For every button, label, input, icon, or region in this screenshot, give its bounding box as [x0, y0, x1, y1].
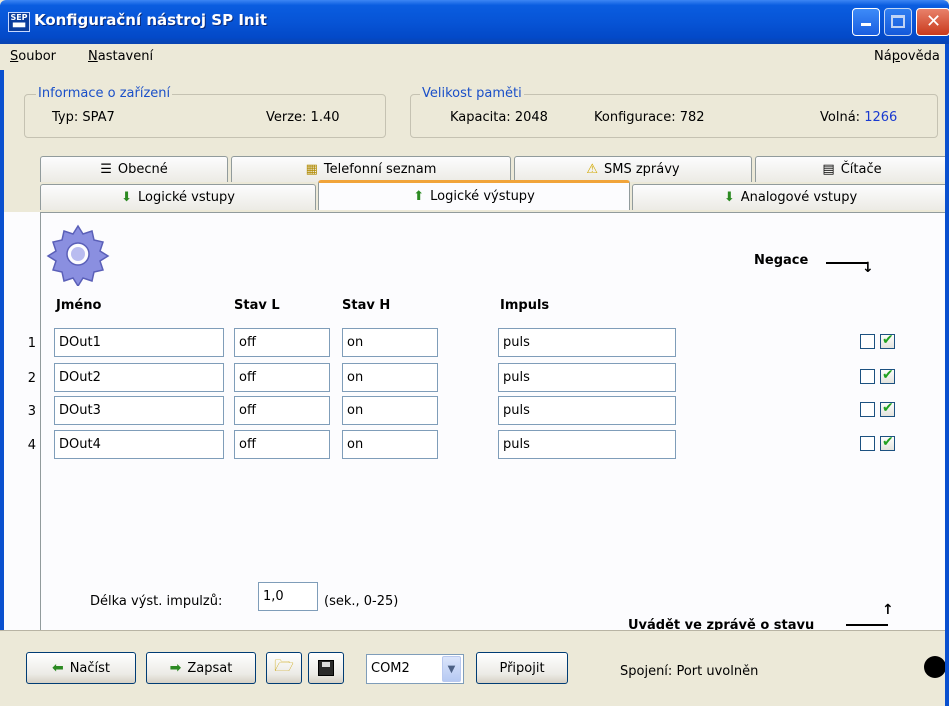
state-h-input[interactable]: on	[342, 363, 438, 392]
row-number: 3	[27, 404, 36, 419]
arrow-down-icon: ↓	[862, 260, 874, 276]
load-button[interactable]: ⬅ Načíst	[26, 652, 136, 684]
impulse-length-input[interactable]: 1,0	[258, 582, 318, 611]
check-icon: ✔	[882, 332, 894, 348]
device-info-legend: Informace o zařízení	[36, 86, 173, 101]
state-h-input[interactable]: on	[342, 430, 438, 459]
window-title: Konfigurační nástroj SP Init	[34, 11, 267, 29]
check-icon: ✔	[882, 434, 894, 450]
write-icon: ➡	[169, 660, 182, 676]
tab-logicke-vstupy[interactable]: ⬇ Logické vstupy	[40, 184, 316, 210]
impulse-input[interactable]: puls	[498, 328, 676, 357]
sep-app-icon[interactable]: SEP ▀▀	[8, 12, 30, 32]
negate-checkbox[interactable]	[860, 334, 875, 349]
floppy-save-icon	[318, 660, 334, 676]
list-icon: ☰	[100, 162, 112, 177]
counter-icon: ▤	[822, 162, 835, 177]
connect-button[interactable]: Připojit	[476, 652, 568, 684]
gear-icon	[46, 222, 110, 289]
load-icon: ⬅	[51, 660, 64, 676]
report-checkbox[interactable]: ✔	[880, 332, 895, 349]
output-icon: ⬆	[413, 189, 425, 204]
device-type: Typ: SPA7	[52, 110, 115, 125]
check-icon: ✔	[882, 367, 894, 383]
warning-icon: ⚠	[586, 162, 598, 177]
menu-soubor[interactable]: Soubor	[10, 49, 56, 64]
impulse-input[interactable]: puls	[498, 396, 676, 425]
state-l-input[interactable]: off	[234, 430, 330, 459]
write-button[interactable]: ➡ Zapsat	[146, 652, 256, 684]
memory-free-value: 1266	[864, 110, 898, 125]
header-state-l: Stav L	[234, 298, 280, 313]
tab-obecne[interactable]: ☰ Obecné	[40, 156, 228, 182]
memory-capacity: Kapacita: 2048	[450, 110, 548, 125]
maximize-button[interactable]	[884, 8, 912, 36]
negate-checkbox[interactable]	[860, 402, 875, 417]
save-file-button[interactable]	[308, 652, 344, 684]
state-h-input[interactable]: on	[342, 396, 438, 425]
menu-napoveda[interactable]: Nápověda	[874, 49, 940, 64]
tab-telefonni-seznam[interactable]: ▦ Telefonní seznam	[231, 156, 511, 182]
memory-config: Konfigurace: 782	[594, 110, 705, 125]
bottom-toolbar	[0, 630, 949, 706]
menu-nastaveni[interactable]: Nastavení	[88, 49, 153, 64]
minimize-button[interactable]	[852, 8, 880, 36]
memory-free: Volná: 1266	[820, 110, 898, 125]
connection-indicator	[924, 656, 946, 678]
connection-status: Spojení: Port uvolněn	[620, 664, 759, 679]
tab-logicke-vystupy[interactable]: ⬆ Logické výstupy	[318, 180, 630, 210]
report-checkbox[interactable]: ✔	[880, 434, 895, 451]
state-h-input[interactable]: on	[342, 328, 438, 357]
tab-analogove-vstupy[interactable]: ⬇ Analogové vstupy	[632, 184, 949, 210]
output-name-input[interactable]: DOut1	[54, 328, 224, 357]
state-l-input[interactable]: off	[234, 328, 330, 357]
impulse-length-unit: (sek., 0-25)	[324, 594, 399, 609]
close-icon: ✕	[926, 11, 942, 32]
negate-checkbox[interactable]	[860, 369, 875, 384]
device-version: Verze: 1.40	[266, 110, 340, 125]
close-button[interactable]: ✕	[916, 8, 949, 36]
output-name-input[interactable]: DOut4	[54, 430, 224, 459]
output-name-input[interactable]: DOut3	[54, 396, 224, 425]
folder-open-icon: 🗁	[274, 655, 294, 675]
tab-citace[interactable]: ▤ Čítače	[755, 156, 949, 182]
window-border-right	[945, 44, 949, 706]
tab-sms-zpravy[interactable]: ⚠ SMS zprávy	[514, 156, 752, 182]
report-checkbox[interactable]: ✔	[880, 367, 895, 384]
arrow-up-icon: ↑	[882, 602, 894, 618]
state-l-input[interactable]: off	[234, 396, 330, 425]
chevron-down-icon[interactable]: ▼	[442, 656, 461, 682]
impulse-input[interactable]: puls	[498, 363, 676, 392]
output-name-input[interactable]: DOut2	[54, 363, 224, 392]
header-state-h: Stav H	[342, 298, 391, 313]
memory-legend: Velikost paměti	[420, 86, 524, 101]
impulse-input[interactable]: puls	[498, 430, 676, 459]
keypad-icon: ▦	[305, 162, 318, 177]
analog-icon: ⬇	[723, 190, 735, 205]
input-icon: ⬇	[121, 190, 132, 205]
negation-label: Negace	[754, 253, 809, 268]
impulse-length-label: Délka výst. impulzů:	[90, 594, 223, 609]
row-number: 4	[27, 438, 36, 453]
header-name: Jméno	[56, 298, 102, 313]
panel-left-strip	[4, 212, 40, 630]
state-l-input[interactable]: off	[234, 363, 330, 392]
open-file-button[interactable]: 🗁	[266, 652, 302, 684]
negate-checkbox[interactable]	[860, 436, 875, 451]
report-checkbox[interactable]: ✔	[880, 400, 895, 417]
report-arrow-line	[846, 624, 888, 626]
row-number: 2	[27, 371, 36, 386]
header-impulse: Impuls	[500, 298, 550, 313]
row-number: 1	[27, 336, 36, 351]
check-icon: ✔	[882, 400, 894, 416]
